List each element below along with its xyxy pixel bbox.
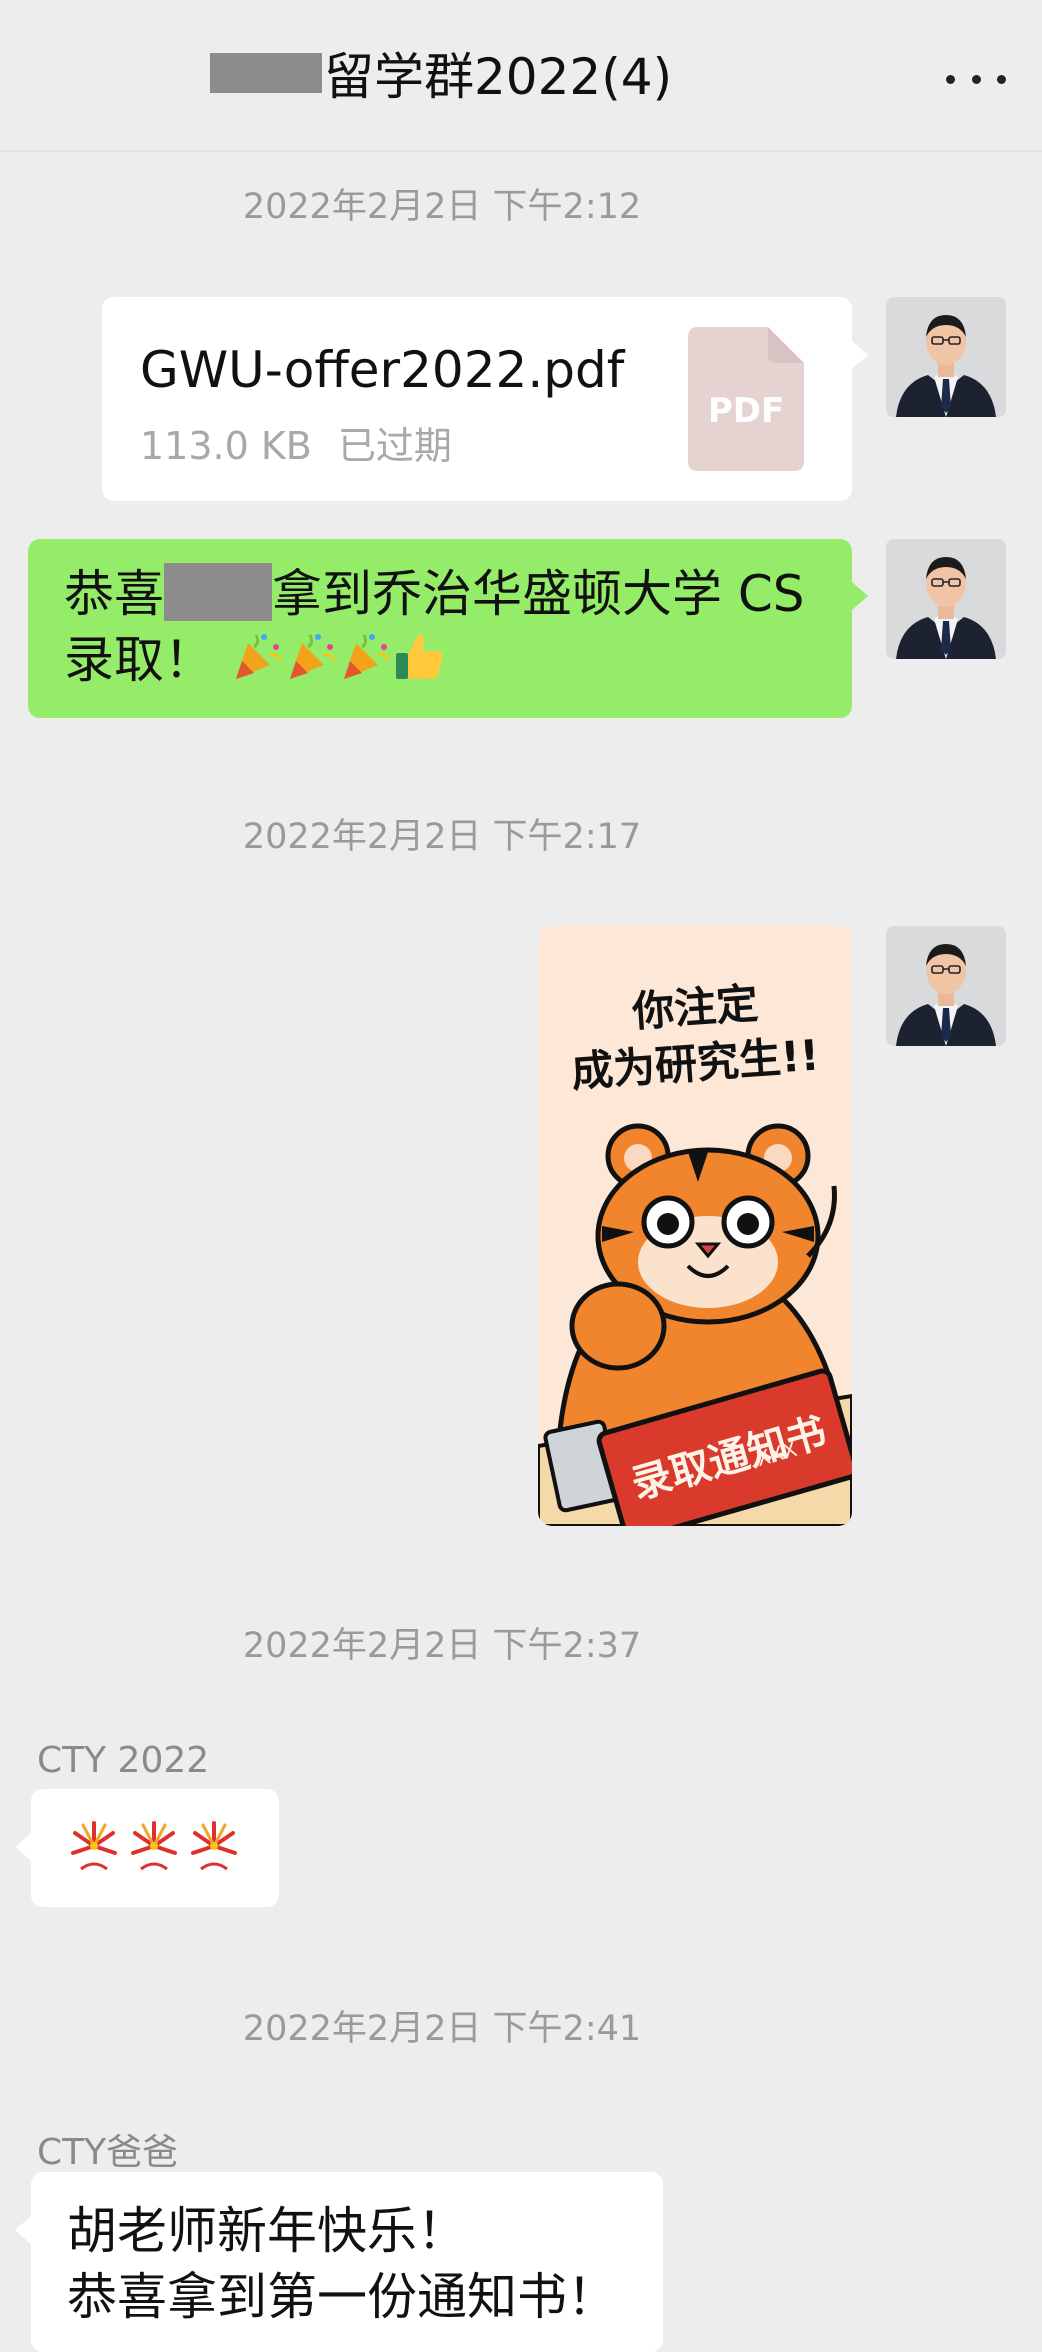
tiger-sticker[interactable]: 你注定 成为研究生!! 录取通知书 XXX <box>538 926 852 1526</box>
thumbs-up-icon <box>392 629 446 699</box>
chat-title[interactable]: 留学群2022(4) <box>210 38 672 108</box>
bubble-tail <box>852 582 868 610</box>
sender-name: CTY爸爸 <box>37 2132 179 2173</box>
emoji-message[interactable] <box>31 1789 279 1907</box>
sender-name: CTY 2022 <box>37 1740 210 1781</box>
pdf-label: PDF <box>707 391 785 431</box>
timestamp: 2022年2月2日 下午2:37 <box>242 1626 642 1666</box>
bubble-tail <box>15 1833 31 1861</box>
file-name: GWU-offer2022.pdf <box>140 341 625 399</box>
file-meta: 113.0 KB 已过期 <box>140 415 478 470</box>
file-status: 已过期 <box>337 424 452 468</box>
timestamp: 2022年2月2日 下午2:12 <box>242 187 642 227</box>
pdf-file-icon: PDF <box>688 327 804 471</box>
bubble-tail <box>15 2216 31 2244</box>
fireworks-icon <box>67 1819 121 1877</box>
party-popper-icon <box>338 629 392 699</box>
timestamp: 2022年2月2日 下午2:41 <box>242 2009 642 2049</box>
redacted-name <box>210 53 322 93</box>
file-size: 113.0 KB <box>140 424 312 468</box>
chat-header: 留学群2022(4) <box>0 0 1042 152</box>
more-icon[interactable] <box>946 54 1006 104</box>
chat-title-text: 留学群2022(4) <box>324 48 673 106</box>
fireworks-icon <box>127 1819 181 1877</box>
party-popper-icon <box>230 629 284 699</box>
timestamp: 2022年2月2日 下午2:17 <box>242 817 642 857</box>
text-message[interactable]: 恭喜 拿到乔治华盛顿大学 CS 录取！ <box>28 539 852 718</box>
message-text-line1: 胡老师新年快乐！ <box>67 2202 467 2260</box>
text-message[interactable]: 胡老师新年快乐！ 恭喜拿到第一份通知书！ <box>31 2172 663 2352</box>
avatar[interactable] <box>886 297 1006 417</box>
file-message[interactable]: GWU-offer2022.pdf 113.0 KB 已过期 PDF <box>102 297 852 501</box>
message-text-line2: 恭喜拿到第一份通知书！ <box>67 2268 617 2326</box>
party-popper-icon <box>284 629 338 699</box>
avatar[interactable] <box>886 926 1006 1046</box>
redacted-name <box>164 563 272 621</box>
message-text-part2: 拿到乔治华盛顿大学 CS <box>272 565 805 623</box>
message-text-line2: 录取！ <box>64 631 214 689</box>
avatar[interactable] <box>886 539 1006 659</box>
message-text-part1: 恭喜 <box>64 565 164 623</box>
bubble-tail <box>852 341 868 369</box>
fireworks-icon <box>187 1819 241 1877</box>
